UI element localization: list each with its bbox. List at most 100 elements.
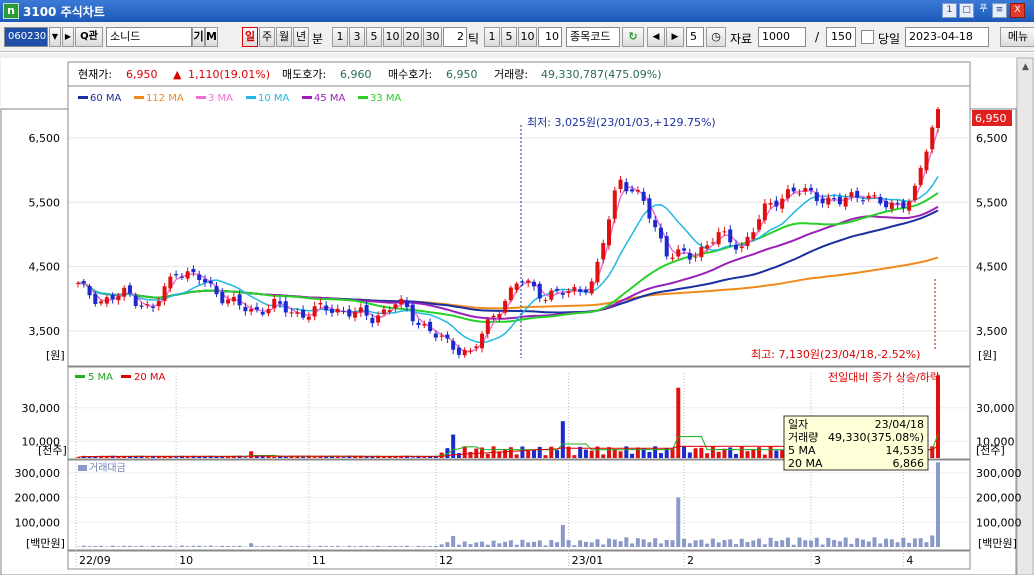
minute-30-button[interactable]: 30 (423, 27, 442, 47)
amount-bar (769, 538, 773, 547)
date-picker[interactable]: 2023-04-18 (905, 27, 989, 47)
amount-bar (670, 540, 674, 547)
pu-button[interactable]: 푸 (976, 3, 991, 18)
amount-bar (797, 538, 801, 547)
amount-bar (417, 546, 421, 547)
candle-body (769, 203, 773, 205)
candle-body (139, 306, 143, 307)
volume-bar (463, 446, 467, 458)
candle-body (792, 188, 796, 192)
minute-5-button[interactable]: 5 (366, 27, 382, 47)
tick-5-button[interactable]: 5 (501, 27, 517, 47)
restore-button[interactable]: □ (959, 3, 974, 18)
menu-button[interactable]: 메뉴 (1000, 27, 1034, 47)
candle-body (168, 277, 172, 289)
minute-1-button[interactable]: 1 (332, 27, 348, 47)
ma-legend-swatch (78, 96, 88, 99)
candle-body (145, 304, 149, 305)
volume-bar (572, 455, 576, 458)
period-week-button[interactable]: 주 (259, 27, 275, 47)
amount-bar (572, 545, 576, 547)
x-axis-label: 11 (312, 554, 326, 567)
candle-body (151, 307, 155, 308)
ma-legend-label: 33 MA (370, 93, 402, 104)
amount-bar (665, 540, 669, 547)
amount-bar (792, 545, 796, 547)
ask-price: 6,960 (340, 68, 372, 81)
candle-body (486, 319, 490, 334)
candle-body (226, 300, 230, 304)
amount-bar (180, 546, 184, 547)
gi-button[interactable]: 기 (192, 27, 205, 47)
clock-icon[interactable]: ◷ (706, 27, 726, 47)
stock-code-input[interactable]: 060230 (4, 27, 48, 47)
amount-bar (694, 540, 698, 547)
period-year-button[interactable]: 년 (293, 27, 309, 47)
chart-area[interactable]: ▲ 현재가: 6,950 ▲ 1,110(19.01%) 매도호가: 6,960… (0, 53, 1034, 575)
amount-bar (347, 546, 351, 547)
next-step-arrow-icon[interactable]: ▶ (666, 27, 684, 47)
volume-right-legend: 전일대비 종가 상승/하락 (828, 370, 940, 384)
candle-body (365, 305, 369, 316)
candle-body (428, 322, 432, 331)
pin-button[interactable]: 1 (942, 3, 957, 18)
candle-body (936, 109, 940, 128)
search-button[interactable]: Q관 (75, 27, 103, 47)
candle-body (463, 350, 467, 355)
amount-bar (197, 546, 201, 547)
volume-bar (509, 447, 513, 458)
amount-bar (324, 546, 328, 547)
stock-name-field[interactable]: 소니드 (106, 27, 192, 47)
tick-1-button[interactable]: 1 (484, 27, 500, 47)
stock-code-field[interactable]: 종목코드 (566, 27, 620, 47)
tick-value-input[interactable]: 2 (443, 27, 467, 47)
max-count-input[interactable]: 150 (826, 27, 856, 47)
minute-10-button[interactable]: 10 (383, 27, 402, 47)
tick-10-button[interactable]: 10 (518, 27, 537, 47)
candle-body (468, 351, 472, 352)
amount-bar (590, 542, 594, 547)
volume-value: 49,330,787(475.09%) (541, 68, 662, 81)
minute-3-button[interactable]: 3 (349, 27, 365, 47)
amount-bar (520, 540, 524, 547)
prev-arrow-icon[interactable]: ◀ (647, 27, 665, 47)
candle-body (474, 346, 478, 348)
volume-bar (740, 446, 744, 458)
scroll-up-arrow-icon[interactable]: ▲ (1022, 62, 1029, 72)
candle-body (301, 310, 305, 318)
volume-bar (647, 452, 651, 458)
menu-icon-button[interactable]: ≡ (992, 3, 1007, 18)
amount-bar (405, 546, 409, 547)
volume-bar (555, 450, 559, 458)
data-count-select[interactable]: 1000 (758, 27, 806, 47)
volume-bar (619, 451, 623, 458)
code-dropdown-icon[interactable]: ▼ (49, 27, 61, 47)
candle-body (174, 274, 178, 275)
period-month-button[interactable]: 월 (276, 27, 292, 47)
tick-custom-input[interactable]: 10 (538, 27, 562, 47)
amount-bar (578, 540, 582, 547)
volume-ma5-swatch (75, 375, 85, 378)
period-day-button[interactable]: 일 (242, 27, 258, 47)
amount-tick-right: 300,000 (976, 467, 1022, 480)
step-input[interactable]: 5 (686, 27, 704, 47)
minute-20-button[interactable]: 20 (403, 27, 422, 47)
stock-chart-svg[interactable]: ▲ 현재가: 6,950 ▲ 1,110(19.01%) 매도호가: 6,960… (0, 53, 1034, 575)
candle-body (197, 275, 201, 280)
candle-body (867, 196, 871, 198)
candle-body (763, 203, 767, 220)
amount-bar (584, 542, 588, 547)
refresh-icon[interactable]: ↻ (622, 27, 644, 47)
volume-bar (174, 457, 178, 458)
today-checkbox[interactable] (861, 30, 874, 44)
candle-body (290, 312, 294, 313)
amount-bar (186, 546, 190, 547)
candle-body (105, 297, 109, 303)
amount-bar (191, 546, 195, 547)
price-tick-right: 4,500 (976, 261, 1008, 274)
m-button[interactable]: M (205, 27, 218, 47)
close-button[interactable]: X (1010, 3, 1025, 18)
volume-bar (243, 457, 247, 458)
candle-body (509, 288, 513, 301)
next-arrow-icon[interactable]: ▶ (62, 27, 74, 47)
